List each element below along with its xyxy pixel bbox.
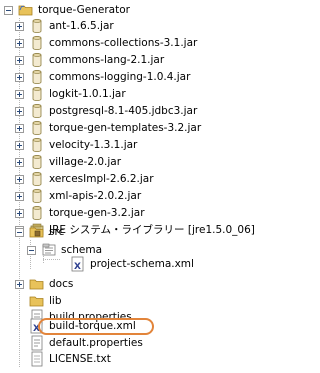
tree-row-library[interactable]: logkit-1.0.1.jar [15, 86, 270, 103]
tree-row-library[interactable]: commons-lang-2.1.jar [15, 52, 270, 69]
license-label: LICENSE.txt [49, 353, 111, 365]
library-label: commons-lang-2.1.jar [49, 54, 165, 66]
expand-icon[interactable] [15, 22, 24, 31]
jar-icon [29, 137, 45, 153]
tree-guide-line [43, 259, 61, 260]
project-folder-icon [18, 2, 34, 18]
jar-icon [29, 52, 45, 68]
collapse-icon[interactable] [15, 228, 24, 237]
expand-icon[interactable] [15, 192, 24, 201]
tree-row-library[interactable]: torque-gen-3.2.jar [15, 205, 270, 222]
project-schema-label: project-schema.xml [90, 258, 194, 270]
library-label: logkit-1.0.1.jar [49, 88, 126, 100]
tree-row-docs[interactable]: docs [15, 276, 135, 293]
library-label: village-2.0.jar [49, 156, 122, 168]
expand-icon[interactable] [15, 175, 24, 184]
selection-highlight [38, 318, 154, 335]
library-label: postgresql-8.1-405.jdbc3.jar [49, 105, 198, 117]
jar-icon [29, 35, 45, 51]
tree-row-lib[interactable]: lib [15, 293, 135, 310]
expand-icon[interactable] [15, 56, 24, 65]
folder-icon [29, 276, 45, 292]
library-label: ant-1.6.5.jar [49, 20, 114, 32]
tree-row-library[interactable]: village-2.0.jar [15, 154, 270, 171]
tree-row-project-schema[interactable]: X project-schema.xml [70, 256, 250, 273]
expand-icon[interactable] [15, 73, 24, 82]
project-label: torque-Generator [38, 4, 130, 16]
jar-icon [29, 120, 45, 136]
expand-icon[interactable] [15, 107, 24, 116]
library-label: velocity-1.3.1.jar [49, 139, 138, 151]
tree-row-library[interactable]: commons-logging-1.0.4.jar [15, 69, 270, 86]
expand-icon[interactable] [15, 158, 24, 167]
expand-icon[interactable] [15, 90, 24, 99]
source-folder-icon [29, 224, 45, 240]
jar-icon [29, 154, 45, 170]
properties-file-icon [29, 335, 45, 351]
expand-icon[interactable] [15, 141, 24, 150]
library-label: commons-collections-3.1.jar [49, 37, 198, 49]
svg-text:X: X [74, 262, 81, 272]
expand-icon[interactable] [15, 280, 24, 289]
collapse-icon[interactable] [4, 6, 13, 15]
tree-row-library[interactable]: velocity-1.3.1.jar [15, 137, 270, 154]
jar-icon [29, 205, 45, 221]
library-label: commons-logging-1.0.4.jar [49, 71, 191, 83]
src-label: src [49, 226, 65, 238]
default-properties-label: default.properties [49, 337, 143, 349]
tree-row-project[interactable]: torque-Generator [4, 2, 204, 19]
xml-file-icon: X [70, 256, 86, 272]
docs-label: docs [49, 278, 74, 290]
tree-row-src[interactable]: src [15, 224, 175, 241]
package-explorer-tree: torque-Generator ant-1.6.5.jar commons-co… [0, 0, 280, 370]
tree-row-default-properties[interactable]: default.properties [15, 335, 175, 352]
jar-icon [29, 86, 45, 102]
tree-row-library[interactable]: torque-gen-templates-3.2.jar [15, 120, 270, 137]
jar-icon [29, 69, 45, 85]
library-label: xml-apis-2.0.2.jar [49, 190, 142, 202]
text-file-icon [29, 351, 45, 367]
tree-row-license[interactable]: LICENSE.txt [15, 351, 165, 368]
jar-icon [29, 188, 45, 204]
collapse-icon[interactable] [27, 246, 36, 255]
library-label: torque-gen-3.2.jar [49, 207, 145, 219]
folder-icon [29, 293, 45, 309]
expand-icon[interactable] [15, 209, 24, 218]
tree-row-library[interactable]: xml-apis-2.0.2.jar [15, 188, 270, 205]
jar-icon [29, 103, 45, 119]
tree-guide-line [43, 256, 44, 263]
tree-row-library[interactable]: postgresql-8.1-405.jdbc3.jar [15, 103, 270, 120]
expand-icon[interactable] [15, 124, 24, 133]
tree-row-library[interactable]: xercesImpl-2.6.2.jar [15, 171, 270, 188]
library-label: xercesImpl-2.6.2.jar [49, 173, 154, 185]
tree-row-library[interactable]: ant-1.6.5.jar [15, 18, 270, 35]
tree-row-library[interactable]: commons-collections-3.1.jar [15, 35, 270, 52]
jar-icon [29, 18, 45, 34]
jar-icon [29, 171, 45, 187]
library-label: torque-gen-templates-3.2.jar [49, 122, 202, 134]
expand-icon[interactable] [15, 39, 24, 48]
lib-label: lib [49, 295, 62, 307]
